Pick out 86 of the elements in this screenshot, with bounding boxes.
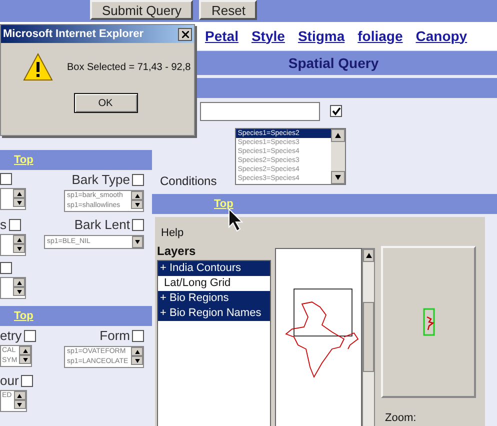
top-link[interactable]: Top <box>14 152 34 168</box>
down-arrow-icon <box>334 175 341 180</box>
field-label: Bark Lent <box>74 218 130 231</box>
help-menu[interactable]: Help <box>157 217 483 242</box>
down-arrow-icon <box>16 200 22 204</box>
scroll-up-button[interactable] <box>13 278 25 287</box>
ok-button[interactable]: OK <box>74 93 138 113</box>
scrollbar[interactable] <box>362 248 375 426</box>
layers-list[interactable]: + India Contours Lat/Long Grid + Bio Regions + Bio Region Names <box>157 260 271 426</box>
checkbox[interactable] <box>330 105 342 117</box>
scroll-up-button[interactable] <box>131 347 143 356</box>
up-arrow-icon <box>134 350 140 354</box>
down-arrow-icon <box>135 240 140 244</box>
down-arrow-icon <box>134 358 140 362</box>
scroll-down-button[interactable] <box>131 200 143 209</box>
conditions-label: Conditions <box>160 173 217 190</box>
layer-item[interactable]: + Bio Region Names <box>158 306 270 320</box>
nav-link[interactable]: Style <box>251 26 285 46</box>
text-field[interactable] <box>200 102 320 120</box>
checkbox[interactable] <box>132 174 144 186</box>
field-label: Bark Type <box>72 173 130 186</box>
zoom-label: Zoom: <box>384 410 418 426</box>
nav-link[interactable]: Petal <box>205 26 238 46</box>
up-arrow-icon <box>134 194 140 198</box>
warning-icon <box>23 53 53 81</box>
down-arrow-icon <box>17 402 22 406</box>
form-button[interactable]: Reset <box>199 0 258 20</box>
checkbox[interactable] <box>20 374 33 386</box>
scroll-up-button[interactable] <box>363 248 374 262</box>
scroll-down-button[interactable] <box>131 356 143 365</box>
field-label: etry <box>0 329 22 342</box>
dialog-title: Microsoft Internet Explorer <box>3 26 144 42</box>
checkbox[interactable] <box>8 218 20 230</box>
scroll-down-button[interactable] <box>330 171 345 184</box>
up-arrow-icon <box>16 238 22 242</box>
top-link[interactable]: Top <box>14 308 34 324</box>
scroll-down-button[interactable] <box>13 287 25 296</box>
scroll-down-button[interactable] <box>19 355 32 364</box>
scrollbar-thumb[interactable] <box>363 302 374 372</box>
scroll-up-button[interactable] <box>13 235 25 244</box>
scroll-up-button[interactable] <box>19 346 32 355</box>
scroll-down-button[interactable] <box>13 244 25 253</box>
down-arrow-icon <box>16 290 22 294</box>
form-button[interactable]: Submit Query <box>90 0 194 20</box>
scrollbar[interactable] <box>330 129 345 184</box>
section-title: Spatial Query <box>288 54 379 73</box>
close-button[interactable] <box>178 28 192 40</box>
layer-item[interactable]: + Bio Regions <box>158 290 270 306</box>
checkbox[interactable] <box>24 330 36 342</box>
down-arrow-icon <box>22 358 28 362</box>
nav-link[interactable]: Canopy <box>416 26 468 46</box>
layer-item[interactable]: + India Contours <box>158 260 270 276</box>
down-arrow-icon <box>134 202 140 206</box>
dialog-message: Box Selected = 71,43 - 92,8 <box>67 60 191 74</box>
up-arrow-icon <box>22 348 28 352</box>
close-icon <box>182 30 188 38</box>
checkbox[interactable] <box>0 173 12 185</box>
field-label: s <box>0 218 6 231</box>
dropdown-button[interactable] <box>132 236 143 248</box>
checkbox[interactable] <box>0 262 12 274</box>
down-arrow-icon <box>16 246 22 250</box>
scroll-down-button[interactable] <box>13 198 25 207</box>
scroll-up-button[interactable] <box>14 391 26 400</box>
field-label: Form <box>100 329 130 342</box>
layers-heading: Layers <box>157 242 197 260</box>
field-label: our <box>0 374 19 387</box>
layer-item[interactable]: Lat/Long Grid <box>158 276 270 290</box>
nav-link[interactable]: foliage <box>358 26 403 46</box>
up-arrow-icon <box>16 192 22 196</box>
overview-drawing <box>422 308 434 336</box>
list-box[interactable] <box>0 277 26 299</box>
mouse-cursor-icon <box>228 208 244 232</box>
top-link[interactable]: Top <box>214 196 234 212</box>
scroll-up-button[interactable] <box>330 129 345 142</box>
checkbox[interactable] <box>132 218 144 230</box>
scroll-down-button[interactable] <box>14 400 26 409</box>
up-arrow-icon <box>17 394 22 398</box>
list-box[interactable] <box>0 188 26 210</box>
nav-link[interactable]: Stigma <box>298 26 345 46</box>
up-arrow-icon <box>334 133 341 138</box>
scroll-up-button[interactable] <box>13 189 25 198</box>
list-box[interactable] <box>0 234 26 256</box>
up-arrow-icon <box>16 280 22 284</box>
checkbox[interactable] <box>132 330 144 342</box>
up-arrow-icon <box>366 252 372 258</box>
scroll-up-button[interactable] <box>131 191 143 200</box>
